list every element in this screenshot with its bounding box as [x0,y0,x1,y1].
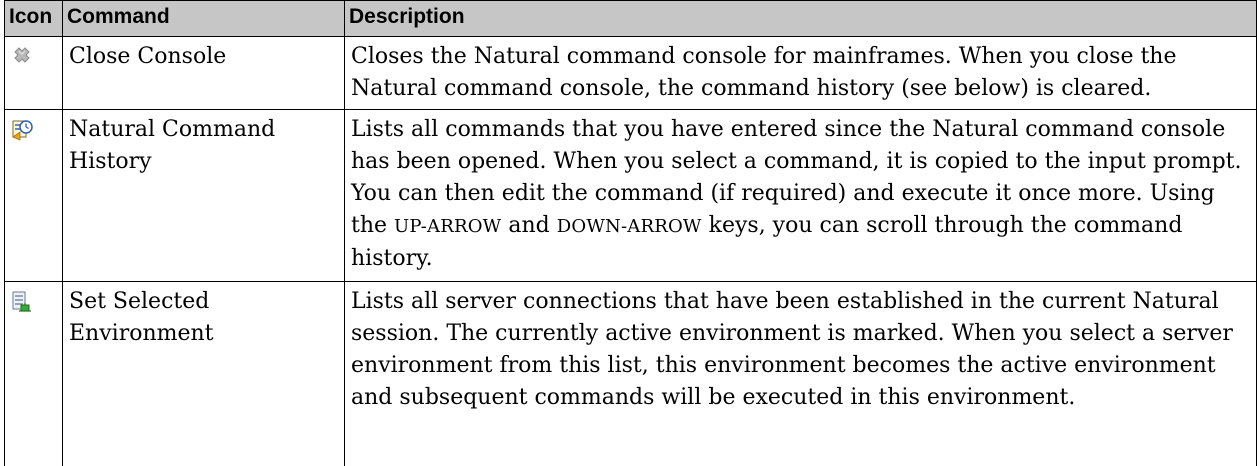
command-description: Lists all server connections that have b… [344,281,1257,466]
commands-table: Icon Command Description Close Console C… [4,0,1257,466]
key-name: UP-ARROW [394,216,502,237]
header-command: Command [62,0,345,37]
header-description: Description [344,0,1257,37]
icon-cell [4,36,63,110]
icon-cell [4,109,63,282]
icon-cell [4,281,63,466]
table-row: Natural Command History Lists all comman… [4,109,1257,282]
key-name: DOWN-ARROW [556,216,702,237]
table-header-row: Icon Command Description [4,0,1257,37]
table-row: Close Console Closes the Natural command… [4,36,1257,110]
command-name: Natural Command History [62,109,345,282]
table-row: Set Selected Environment Lists all serve… [4,281,1257,466]
set-environment-icon [10,290,34,314]
description-text: and [501,213,557,238]
command-name: Close Console [62,36,345,110]
command-description: Closes the Natural command console for m… [344,36,1257,110]
command-history-icon [10,118,34,142]
close-console-icon [10,45,34,69]
command-name: Set Selected Environment [62,281,345,466]
command-description: Lists all commands that you have entered… [344,109,1257,282]
header-icon: Icon [4,0,63,37]
